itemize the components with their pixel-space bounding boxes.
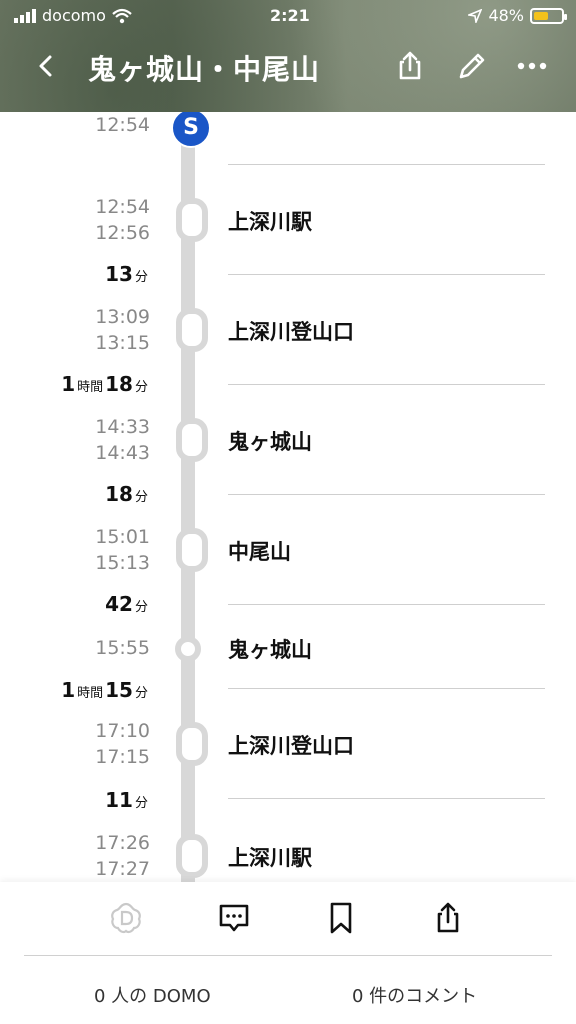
arrive-time: 13:09	[95, 306, 150, 328]
stop-name: 上深川駅	[228, 846, 312, 870]
duration: 18 分	[105, 482, 148, 506]
start-badge: S	[171, 112, 211, 148]
arrive-time: 12:54	[95, 196, 150, 218]
stop-dot	[175, 636, 201, 662]
stop-times: 17:10 17:15	[95, 718, 150, 770]
stop-name: 鬼ヶ城山	[228, 430, 312, 454]
stop-node	[176, 834, 208, 878]
arrive-time: 15:01	[95, 526, 150, 548]
battery-percent: 48%	[488, 6, 524, 25]
bottom-bar: 0 人の DOMO 0 件のコメント	[0, 882, 576, 1024]
divider	[24, 955, 552, 956]
depart-time: 15:13	[95, 552, 150, 574]
stop-node	[176, 308, 208, 352]
comment-icon[interactable]	[216, 900, 252, 936]
carrier-name: docomo	[42, 6, 106, 25]
stop-name: 上深川登山口	[228, 320, 354, 344]
depart-time: 12:56	[95, 222, 150, 244]
stop-name: 中尾山	[228, 540, 291, 564]
stop-times: 15:55	[95, 635, 150, 661]
separator	[228, 798, 545, 799]
comment-count[interactable]: 0 件のコメント	[352, 982, 477, 1008]
arrive-time: 17:26	[95, 832, 150, 854]
domo-count[interactable]: 0 人の DOMO	[94, 982, 211, 1008]
wifi-icon	[112, 8, 132, 23]
stop-times: 12:54 12:56	[95, 194, 150, 246]
arrive-time: 15:55	[95, 637, 150, 659]
arrive-time: 14:33	[95, 416, 150, 438]
course-timeline: 12:54 S 12:54 12:56 上深川駅 13 分 13:09 13:15…	[0, 112, 576, 882]
stop-times: 14:33 14:43	[95, 414, 150, 466]
edit-icon[interactable]	[454, 48, 490, 84]
back-icon[interactable]	[30, 48, 66, 84]
separator	[228, 604, 545, 605]
domo-icon[interactable]	[108, 900, 144, 936]
action-bar	[0, 900, 576, 940]
signal-icon	[14, 8, 36, 23]
duration: 11 分	[105, 788, 148, 812]
stop-node	[176, 198, 208, 242]
carrier: docomo	[14, 6, 132, 25]
status-bar: docomo 2:21 48%	[0, 0, 576, 32]
depart-time: 17:27	[95, 858, 150, 880]
duration: 13 分	[105, 262, 148, 286]
stop-node	[176, 528, 208, 572]
location-arrow-icon	[468, 8, 483, 23]
stop-name: 上深川登山口	[228, 734, 354, 758]
bookmark-icon[interactable]	[323, 900, 359, 936]
header: docomo 2:21 48% 鬼ヶ城山・中尾山	[0, 0, 576, 112]
separator	[228, 274, 545, 275]
depart-time: 17:15	[95, 746, 150, 768]
stop-node	[176, 722, 208, 766]
share-icon[interactable]	[430, 900, 466, 936]
stop-times: 13:09 13:15	[95, 304, 150, 356]
depart-time: 14:43	[95, 442, 150, 464]
battery-icon	[530, 7, 567, 24]
duration: 1 時間 15 分	[61, 678, 148, 702]
page-title: 鬼ヶ城山・中尾山	[88, 53, 321, 86]
duration: 42 分	[105, 592, 148, 616]
clock: 2:21	[270, 6, 310, 25]
depart-time: 13:15	[95, 332, 150, 354]
stop-times: 17:26 17:27	[95, 830, 150, 882]
separator	[228, 688, 545, 689]
stop-node	[176, 418, 208, 462]
stop-name: 鬼ヶ城山	[228, 638, 312, 662]
separator	[228, 384, 545, 385]
duration: 1 時間 18 分	[61, 372, 148, 396]
stop-times: 15:01 15:13	[95, 524, 150, 576]
share-icon[interactable]	[392, 48, 428, 84]
nav-bar: 鬼ヶ城山・中尾山	[0, 34, 576, 98]
stop-name: 上深川駅	[228, 210, 312, 234]
separator	[228, 494, 545, 495]
more-icon[interactable]	[514, 48, 550, 84]
separator	[228, 164, 545, 165]
start-time: 12:54	[95, 114, 150, 136]
arrive-time: 17:10	[95, 720, 150, 742]
